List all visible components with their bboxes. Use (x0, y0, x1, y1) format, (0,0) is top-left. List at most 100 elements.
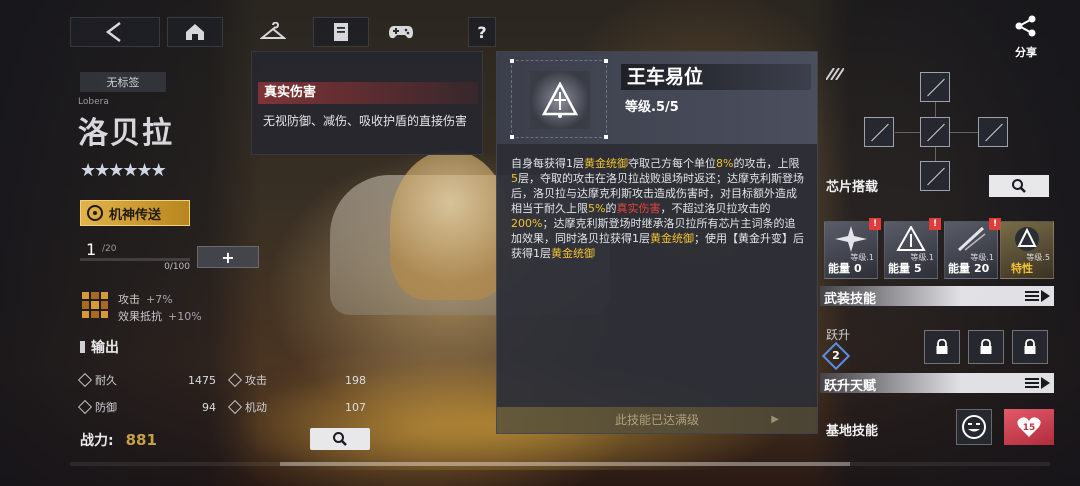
skill-card-2[interactable]: ! 等级.1 能量 5 (884, 218, 941, 279)
grid-icon (82, 292, 108, 318)
scroll-indicator (70, 462, 1050, 466)
character-tag[interactable]: 无标签 (80, 72, 166, 92)
chip-slot-left[interactable] (864, 117, 894, 147)
leap-slot-3[interactable] (1012, 330, 1048, 364)
alert-badge: ! (929, 218, 941, 230)
svg-text:?: ? (477, 23, 486, 42)
exp-value: 0/100 (164, 262, 190, 272)
home-button[interactable] (167, 17, 223, 47)
star-rating: ★★★★★★ (80, 160, 167, 181)
keyword-red[interactable]: 真实伤害 (616, 202, 660, 215)
list-arrow-icon (1020, 376, 1050, 390)
chip-label: 芯片搭载 (826, 180, 879, 195)
level-up-button[interactable]: + (197, 246, 259, 268)
heart-count: 15 (1023, 423, 1036, 433)
trait-label: 特性 (1011, 262, 1033, 275)
wardrobe-button[interactable] (248, 17, 298, 47)
leap-label: 跃升 (826, 328, 851, 342)
skill-description: 自身每获得1层黄金统御夺取己方每个单位8%的攻击，上限5层，夺取的攻击在洛贝拉战… (511, 156, 805, 261)
keyword-gold[interactable]: 200% (511, 217, 542, 230)
heart-icon: 15 (1017, 417, 1041, 437)
emote-icon (962, 415, 986, 439)
leap-slot-2[interactable] (968, 330, 1004, 364)
keyword-tooltip: 真实伤害 无视防御、减伤、吸收护盾的直接伤害 (251, 51, 483, 155)
chess-king-icon (896, 226, 926, 251)
power-value: 881 (125, 431, 157, 449)
skill-card-trait[interactable]: 等级.5 特性 (1000, 221, 1054, 279)
role-label: 输出 (91, 340, 119, 356)
chip-slot-bottom[interactable] (920, 161, 950, 191)
home-icon (186, 24, 204, 40)
keyword-gold[interactable]: 5 (511, 172, 518, 185)
back-button[interactable] (70, 17, 160, 47)
skill-maxed-button[interactable]: 此技能已达满级 ▶ (497, 407, 817, 433)
energy-label: 能量 5 (888, 262, 922, 275)
zoom-icon (1012, 179, 1026, 193)
stats-detail-button[interactable] (310, 428, 370, 450)
desc-text: 夺取己方每个单位 (628, 157, 716, 170)
character-name: 洛贝拉 (78, 116, 174, 151)
keyword-gold[interactable]: 黄金统御 (551, 247, 595, 260)
stripes-icon (826, 68, 844, 80)
profile-button[interactable] (313, 17, 369, 47)
armed-skill-label: 武装技能 (824, 292, 877, 307)
chip-slot-center[interactable] (920, 117, 950, 147)
affection-button[interactable]: 15 (1004, 409, 1054, 445)
bonus-attack: 攻击 +7% (118, 293, 173, 306)
lock-icon (980, 339, 992, 354)
keyword-gold[interactable]: 5% (588, 202, 605, 215)
leap-talent-button[interactable]: 跃升天赋 (820, 373, 1054, 394)
mobility-icon (227, 399, 243, 415)
help-button[interactable]: ? (468, 17, 496, 47)
chip-slot-right[interactable] (978, 117, 1008, 147)
keyword-gold[interactable]: 8% (716, 157, 733, 170)
document-icon (334, 23, 348, 41)
stat-defense: 防御 94 (77, 398, 218, 416)
tooltip-title: 真实伤害 (258, 82, 478, 104)
skill-detail-panel: 王车易位 等级.5/5 自身每获得1层黄金统御夺取己方每个单位8%的攻击，上限5… (496, 51, 818, 434)
pin-icon (80, 341, 85, 353)
chip-slot-top[interactable] (920, 72, 950, 102)
skill-card-1[interactable]: ! 等级.1 能量 0 (824, 218, 881, 279)
list-arrow-icon (1020, 289, 1050, 303)
power-display: 战力: 881 (80, 430, 157, 450)
help-icon: ? (477, 23, 486, 42)
level-current: 1 (86, 240, 97, 259)
keyword-gold[interactable]: 黄金统御 (584, 157, 628, 170)
skill-icon-frame (510, 59, 608, 139)
desc-text: 自身每获得1层 (511, 157, 584, 170)
lock-icon (1024, 339, 1036, 354)
burst-icon (835, 226, 867, 252)
character-name-en: Lobera (78, 97, 109, 107)
stat-durability: 耐久 1475 (77, 371, 218, 389)
desc-text: ，不超过洛贝拉攻击的 (660, 202, 771, 215)
leap-talent-label: 跃升天赋 (824, 379, 877, 394)
stat-attack: 攻击 198 (227, 371, 368, 389)
energy-label: 能量 0 (828, 262, 862, 275)
desc-text: 的攻击，上限 (733, 157, 800, 170)
skill-card-3[interactable]: ! 等级.1 能量 20 (944, 218, 1001, 279)
controller-button[interactable] (376, 17, 426, 47)
base-skill-button[interactable] (956, 409, 992, 445)
mech-transfer-button[interactable]: 机神传送 (80, 200, 190, 226)
armed-skill-button[interactable]: 武装技能 (820, 286, 1054, 307)
level-max: /20 (102, 244, 117, 254)
tooltip-description: 无视防御、减伤、吸收护盾的直接伤害 (263, 114, 468, 128)
base-skill-label: 基地技能 (826, 424, 879, 439)
role-heading: 输出 (80, 337, 119, 357)
durability-icon (77, 372, 93, 388)
stat-mobility: 机动 107 (227, 398, 368, 416)
leap-slot-1[interactable] (924, 330, 960, 364)
keyword-gold[interactable]: 黄金统御 (650, 232, 694, 245)
share-button[interactable]: 分享 (1006, 14, 1046, 60)
skill-level: 等级.5/5 (625, 100, 679, 115)
bonus-resist: 效果抵抗 +10% (118, 310, 202, 323)
gamepad-icon (389, 26, 413, 39)
mech-transfer-label: 机神传送 (109, 207, 162, 223)
share-icon (1015, 15, 1036, 37)
desc-text: 的 (605, 202, 617, 215)
chess-king-icon (1015, 227, 1039, 251)
defense-icon (77, 399, 93, 415)
slash-icon (957, 226, 986, 252)
chip-detail-button[interactable] (989, 175, 1049, 197)
